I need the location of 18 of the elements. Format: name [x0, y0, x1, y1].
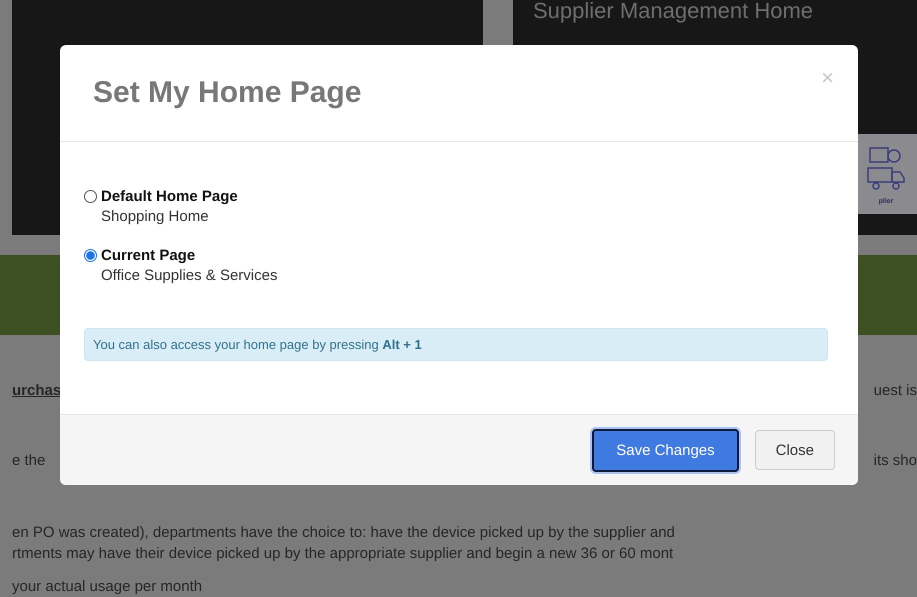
info-message: You can also access your home page by pressing Alt + 1 [84, 328, 828, 361]
save-button[interactable]: Save Changes [592, 428, 739, 472]
page-text: uest is [874, 382, 917, 400]
page-text: rtments may have their device picked up by the appropriate supplier and begin a new 36 or 60 mont [12, 544, 674, 564]
page-text: its sho [874, 452, 917, 470]
close-button[interactable]: Close [754, 430, 835, 470]
page-text: your actual usage per month [12, 578, 204, 595]
page-text: e the [12, 452, 46, 470]
option-description: Office Supplies & Services [101, 267, 278, 284]
option-label: Default Home Page [101, 188, 238, 205]
radio-button[interactable] [84, 249, 97, 262]
dialog-title: Set My Home Page [93, 76, 362, 110]
page-link[interactable]: urchas [12, 382, 62, 400]
option-description: Shopping Home [101, 208, 210, 225]
radio-button[interactable] [84, 190, 97, 203]
option-label: Current Page [101, 247, 196, 264]
page-text: en PO was created), departments have the choice to: have the device picked up by the supplier and [12, 523, 676, 543]
panel-title: Supplier Management Home [532, 0, 814, 24]
